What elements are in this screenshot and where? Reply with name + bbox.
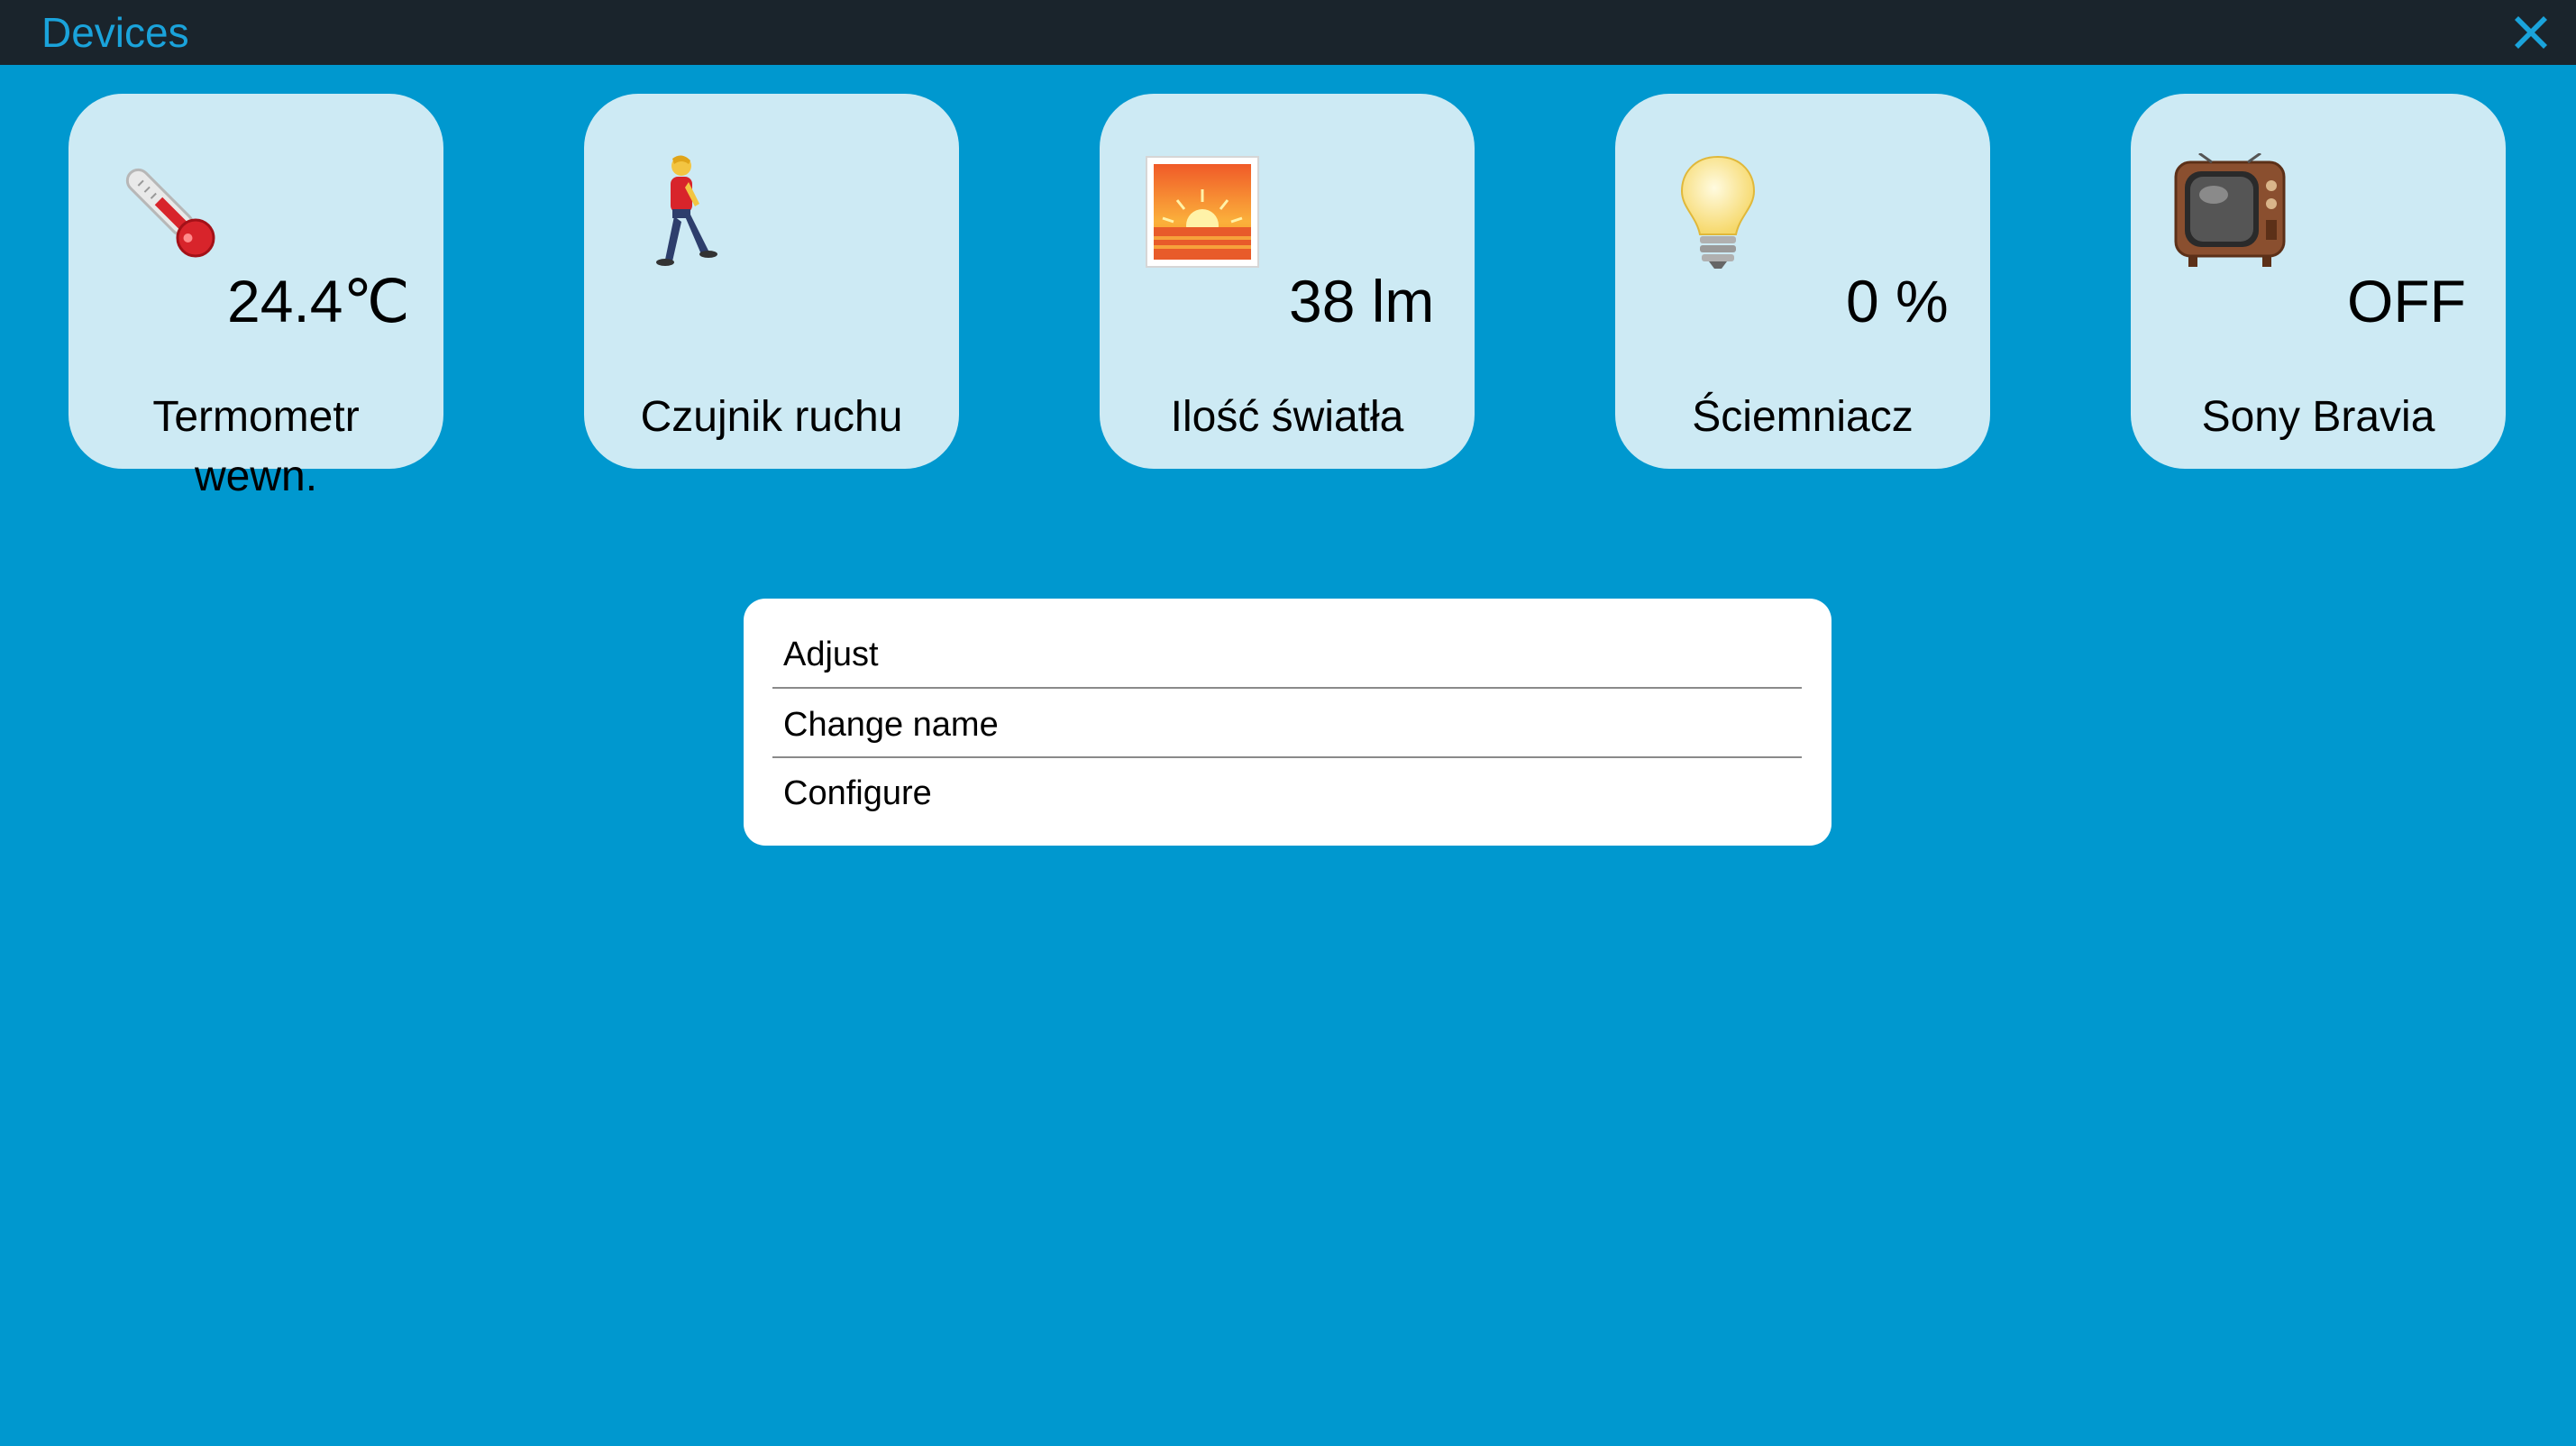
light-bulb-icon <box>1660 153 1776 270</box>
device-name-line: Sony Bravia <box>2201 393 2435 441</box>
menu-divider <box>772 756 1802 758</box>
device-name: Termometr wewn. <box>69 388 443 507</box>
device-name-line: Czujnik ruchu <box>640 393 903 441</box>
thermometer-icon <box>112 153 227 270</box>
device-tile-motion-sensor[interactable]: Czujnik ruchu <box>584 94 959 469</box>
device-name-line: Termometr <box>152 393 360 441</box>
device-tile-dimmer[interactable]: 0 % Ściemniacz <box>1615 94 1990 469</box>
device-value: OFF <box>2347 268 2466 334</box>
device-name: Ściemniacz <box>1615 388 1990 447</box>
device-name-line: wewn. <box>194 453 318 500</box>
menu-divider <box>772 687 1802 689</box>
menu-item-adjust[interactable]: Adjust <box>772 620 1802 689</box>
menu-item-configure[interactable]: Configure <box>772 759 1802 828</box>
context-menu: Adjust Change name Configure <box>744 599 1832 846</box>
close-icon[interactable] <box>2509 11 2553 54</box>
television-icon <box>2172 151 2288 270</box>
device-tile-sony-bravia[interactable]: OFF Sony Bravia <box>2131 94 2506 469</box>
device-name-line: Ilość światła <box>1170 393 1404 441</box>
device-name: Ilość światła <box>1100 388 1475 447</box>
device-value: 0 % <box>1846 268 1949 334</box>
menu-item-change-name[interactable]: Change name <box>772 691 1802 759</box>
sunrise-picture-icon <box>1145 153 1260 270</box>
device-name: Czujnik ruchu <box>584 388 959 447</box>
device-tile-thermometer[interactable]: 24.4℃ Termometr wewn. <box>69 94 443 500</box>
device-name: Sony Bravia <box>2131 388 2506 447</box>
device-value: 38 lm <box>1289 268 1435 334</box>
device-value: 24.4℃ <box>227 268 410 334</box>
walking-person-icon <box>638 153 754 270</box>
window-title: Devices <box>41 9 189 56</box>
device-tile-light-amount[interactable]: 38 lm Ilość światła <box>1100 94 1475 469</box>
device-name-line: Ściemniacz <box>1692 393 1914 441</box>
title-bar: Devices <box>0 0 2576 65</box>
